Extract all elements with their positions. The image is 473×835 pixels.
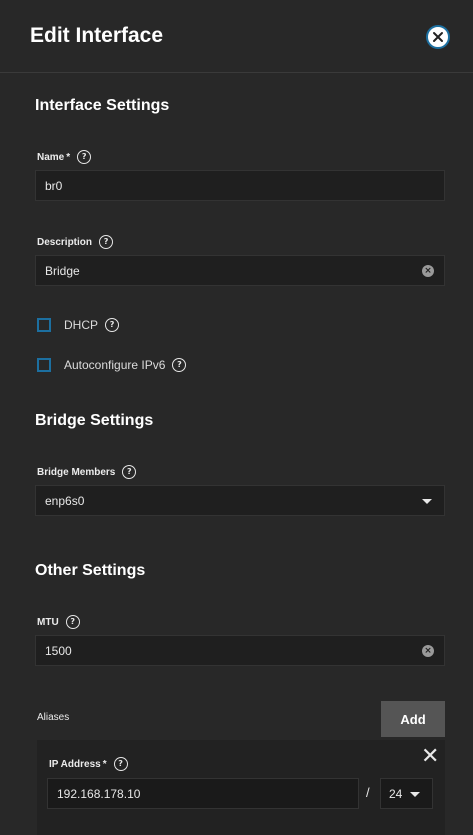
description-help-icon[interactable]: ? bbox=[99, 235, 114, 249]
other-settings-title: Other Settings bbox=[35, 562, 146, 579]
close-x-glyph bbox=[433, 32, 443, 42]
ip-address-value: 192.168.178.10 bbox=[57, 786, 141, 801]
name-help-icon[interactable]: ? bbox=[77, 150, 92, 164]
name-label-text: Name bbox=[37, 151, 65, 163]
ip-address-label: IP Address * ? bbox=[49, 757, 128, 771]
remove-alias-icon[interactable]: ✕ bbox=[421, 746, 439, 768]
autoconfigure-ipv6-row[interactable]: Autoconfigure IPv6 ? bbox=[37, 358, 187, 372]
autoconfigure-ipv6-label: Autoconfigure IPv6 bbox=[64, 358, 166, 372]
bridge-settings-title: Bridge Settings bbox=[35, 412, 154, 429]
ip-address-field[interactable]: 192.168.178.10 bbox=[47, 778, 359, 809]
dhcp-help-icon[interactable]: ? bbox=[105, 318, 120, 332]
ip-address-required-mark: * bbox=[102, 758, 107, 770]
netmask-select[interactable]: 24 bbox=[380, 778, 433, 809]
name-value: br0 bbox=[45, 178, 63, 193]
description-label-text: Description bbox=[37, 236, 93, 248]
name-field[interactable]: br0 bbox=[35, 170, 445, 201]
mtu-help-icon[interactable]: ? bbox=[65, 615, 80, 629]
description-field[interactable]: Bridge × bbox=[35, 255, 445, 286]
netmask-value: 24 bbox=[389, 786, 403, 801]
ip-address-help-icon[interactable]: ? bbox=[113, 757, 128, 771]
dhcp-checkbox[interactable] bbox=[37, 318, 51, 332]
autoconfigure-ipv6-help-icon[interactable]: ? bbox=[172, 358, 187, 372]
dhcp-checkbox-row[interactable]: DHCP ? bbox=[37, 318, 120, 332]
bridge-members-select[interactable]: enp6s0 bbox=[35, 485, 445, 516]
bridge-members-label: Bridge Members ? bbox=[37, 465, 137, 479]
interface-settings-title: Interface Settings bbox=[35, 97, 170, 114]
add-alias-button[interactable]: Add bbox=[381, 701, 445, 737]
netmask-chevron-down-icon bbox=[410, 792, 420, 797]
bridge-members-label-text: Bridge Members bbox=[37, 466, 116, 478]
mtu-label: MTU ? bbox=[37, 615, 80, 629]
description-clear-icon[interactable]: × bbox=[422, 265, 434, 277]
ip-address-label-text: IP Address bbox=[49, 758, 101, 770]
dhcp-label: DHCP bbox=[64, 318, 99, 332]
bridge-members-value: enp6s0 bbox=[45, 493, 85, 508]
name-required-mark: * bbox=[66, 151, 71, 163]
close-icon[interactable] bbox=[426, 25, 450, 49]
description-label: Description ? bbox=[37, 235, 114, 249]
mtu-label-text: MTU bbox=[37, 616, 59, 628]
netmask-separator: / bbox=[366, 785, 370, 800]
mtu-field[interactable]: 1500 × bbox=[35, 635, 445, 666]
mtu-value: 1500 bbox=[45, 643, 72, 658]
mtu-clear-icon[interactable]: × bbox=[422, 645, 434, 657]
name-label: Name * ? bbox=[37, 150, 92, 164]
bridge-members-help-icon[interactable]: ? bbox=[122, 465, 137, 479]
description-value: Bridge bbox=[45, 263, 80, 278]
autoconfigure-ipv6-checkbox[interactable] bbox=[37, 358, 51, 372]
chevron-down-icon bbox=[422, 499, 432, 504]
dialog-title: Edit Interface bbox=[30, 24, 164, 47]
aliases-label: Aliases bbox=[37, 712, 70, 723]
dialog-header: Edit Interface bbox=[0, 0, 473, 73]
